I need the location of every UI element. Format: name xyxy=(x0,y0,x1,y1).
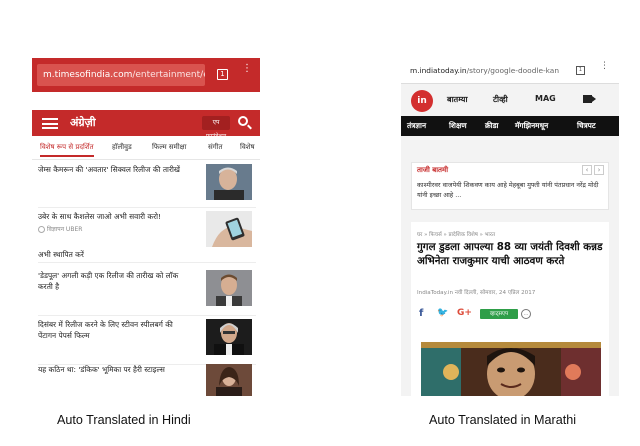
tab-hollywood[interactable]: हॉलीवुड xyxy=(112,143,132,152)
tab-featured[interactable]: विशेष रूप से प्रदर्शित xyxy=(40,143,94,157)
google-doodle-image xyxy=(421,342,601,396)
hindi-screenshot: m.timesofindia.com/entertainment/engli 1… xyxy=(32,58,260,396)
google-plus-icon[interactable]: G+ xyxy=(457,308,472,318)
breaking-label: ताजी बातमी xyxy=(417,166,449,174)
article-headline: गुगल डुडला आपल्या 88 व्या जयंती दिवशी कन… xyxy=(417,241,603,267)
breaking-news-box[interactable]: ताजी बातमी ‹ › काश्मीरवर वाजपेयी शिकवण का… xyxy=(411,162,609,210)
cat-education[interactable]: शिक्षण xyxy=(449,121,467,131)
nav-tv[interactable]: टीव्ही xyxy=(493,94,508,105)
prev-arrow-icon[interactable]: ‹ xyxy=(582,165,592,175)
tab-switcher-icon[interactable]: 1 xyxy=(576,66,585,75)
next-arrow-icon[interactable]: › xyxy=(594,165,604,175)
url-path: /story/google-doodle-kan xyxy=(466,66,560,75)
install-link[interactable]: अभी स्थापित करें xyxy=(38,249,188,260)
cat-magazine[interactable]: मॅगझिनमधून xyxy=(515,121,548,131)
url-path: /entertainment/engli xyxy=(132,70,205,80)
list-item[interactable]: यह कठिन था: 'डंकिक' भूमिका पर हैरी स्टाइ… xyxy=(38,364,256,404)
sponsor-label: विज्ञापन UBER xyxy=(38,225,82,233)
tab-music[interactable]: संगीत xyxy=(208,143,222,152)
info-icon xyxy=(38,226,45,233)
nav-mag[interactable]: MAG xyxy=(535,94,556,103)
caption-marathi: Auto Translated in Marathi xyxy=(429,413,577,427)
url-field[interactable]: m.indiatoday.in/story/google-doodle-kan xyxy=(406,63,566,79)
site-brand[interactable]: अंग्रेज़ी xyxy=(70,115,96,130)
nav-news[interactable]: बातम्या xyxy=(447,94,468,105)
browser-address-bar: m.indiatoday.in/story/google-doodle-kan … xyxy=(401,58,619,84)
url-field[interactable]: m.timesofindia.com/entertainment/engli xyxy=(37,64,205,86)
list-item[interactable]: दिसंबर में रिलीज करने के लिए स्टीवन स्पी… xyxy=(38,319,256,365)
hamburger-menu-icon[interactable] xyxy=(42,118,58,129)
tab-switcher-icon[interactable]: 1 xyxy=(217,69,228,80)
headline: 'डेडपूल' अगली कड़ी एक रिलीज की तारीख को … xyxy=(38,271,179,291)
cat-technology[interactable]: तंत्रज्ञान xyxy=(407,121,426,131)
site-header: अंग्रेज़ी एप फाउंडेशन xyxy=(32,110,260,140)
url-host: m.indiatoday.in xyxy=(410,66,467,75)
url-host: m.timesofindia.com xyxy=(43,70,133,80)
news-thumbnail xyxy=(206,164,252,200)
article-card: घर » फिचर्स » प्रादेशिक विशेष » भारत गुग… xyxy=(411,222,609,396)
category-bar: तंत्रज्ञान शिक्षण क्रीडा मॅगझिनमधून चित्… xyxy=(401,116,619,136)
overflow-menu-icon[interactable]: ⋮ xyxy=(600,62,609,71)
news-thumbnail xyxy=(206,319,252,355)
breaking-text: काश्मीरवर वाजपेयी शिकवण काय आहे मेहबूबा … xyxy=(417,181,599,199)
tab-special[interactable]: विशेष xyxy=(240,143,255,152)
overflow-menu-icon[interactable]: ⋮ xyxy=(242,64,252,74)
facebook-icon[interactable]: f xyxy=(419,308,423,319)
comment-icon[interactable]: … xyxy=(521,309,531,319)
list-item[interactable]: जेम्स कैमरून की 'अवतार' सिक्वल रिलीज की … xyxy=(38,164,256,208)
news-thumbnail xyxy=(206,270,252,306)
cat-movies[interactable]: चित्रपट xyxy=(577,121,596,131)
byline: IndiaToday.in नवी दिल्ली, सोमवार, 24 एप्… xyxy=(417,290,536,296)
install-link-row[interactable]: अभी स्थापित करें xyxy=(38,249,256,263)
twitter-icon[interactable]: 🐦 xyxy=(437,308,448,318)
list-item[interactable]: 'डेडपूल' अगली कड़ी एक रिलीज की तारीख को … xyxy=(38,270,256,316)
edition-button[interactable]: एप फाउंडेशन xyxy=(202,116,230,140)
video-icon[interactable] xyxy=(583,95,596,103)
ad-thumbnail xyxy=(206,211,252,247)
section-nav: विशेष रूप से प्रदर्शित हॉलीवुड फिल्म समी… xyxy=(32,138,260,160)
search-icon[interactable] xyxy=(238,116,248,126)
headline: उबेर के साथ कैशलेस जाओ अभी सवारी करो! xyxy=(38,212,162,221)
indiatoday-logo[interactable]: in xyxy=(411,90,433,112)
cat-sports[interactable]: क्रीडा xyxy=(485,121,498,131)
headline: दिसंबर में रिलीज करने के लिए स्टीवन स्पी… xyxy=(38,320,173,340)
marathi-screenshot: m.indiatoday.in/story/google-doodle-kan … xyxy=(401,58,619,396)
browser-address-bar: m.timesofindia.com/entertainment/engli 1… xyxy=(32,58,260,92)
news-thumbnail xyxy=(206,364,252,396)
ticker-controls: ‹ › xyxy=(580,165,604,175)
caption-hindi: Auto Translated in Hindi xyxy=(57,413,191,427)
headline: यह कठिन था: 'डंकिक' भूमिका पर हैरी स्टाइ… xyxy=(38,365,165,374)
whatsapp-share-button[interactable]: व्हाट्सएप xyxy=(480,309,518,319)
breadcrumb: घर » फिचर्स » प्रादेशिक विशेष » भारत xyxy=(417,232,496,238)
tab-movie-review[interactable]: फिल्म समीक्षा xyxy=(152,143,186,152)
headline: जेम्स कैमरून की 'अवतार' सिक्वल रिलीज की … xyxy=(38,165,180,174)
